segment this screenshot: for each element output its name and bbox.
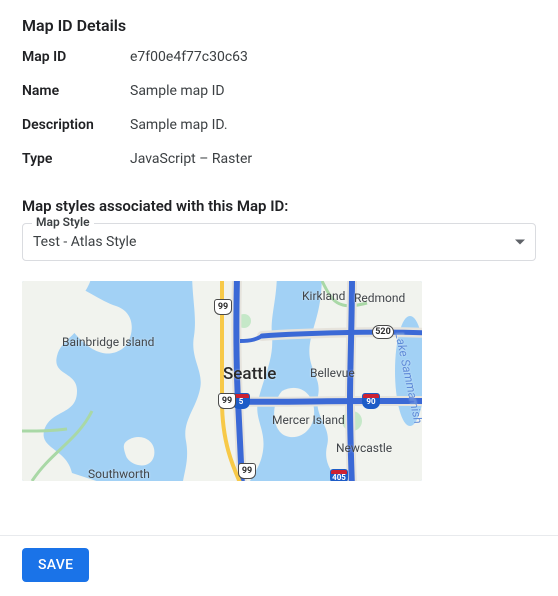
chevron-down-icon [515,240,525,245]
map-style-select[interactable]: Test - Atlas Style [22,223,536,261]
map-label-bellevue: Bellevue [310,366,355,380]
type-value: JavaScript – Raster [130,151,536,167]
shield-us99-bot: 99 [238,463,256,479]
page-title: Map ID Details [22,16,536,35]
shield-sr520: 520 [372,325,394,339]
save-button[interactable]: SAVE [22,548,89,582]
description-label: Description [22,117,126,133]
map-label-bainbridge: Bainbridge Island [62,336,154,349]
map-label-newcastle: Newcastle [336,441,392,455]
shield-i90: 90 [362,393,380,409]
footer-bar: SAVE [0,535,558,596]
map-id-value: e7f00e4f77c30c63 [130,49,536,65]
shield-us99-top: 99 [214,299,232,315]
name-label: Name [22,83,126,99]
map-label-southworth: Southworth [88,467,150,481]
map-style-label: Map Style [32,215,94,229]
name-value: Sample map ID [130,83,536,99]
map-label-seattle: Seattle [223,364,276,384]
type-label: Type [22,151,126,167]
shield-us99-mid: 99 [218,393,236,409]
details-table: Map ID e7f00e4f77c30c63 Name Sample map … [22,49,536,167]
map-label-kirkland: Kirkland [302,289,345,303]
shield-i405: 405 [330,469,348,481]
map-style-field: Map Style Test - Atlas Style [22,223,536,261]
styles-heading: Map styles associated with this Map ID: [22,197,536,215]
map-label-mercer: Mercer Island [272,413,345,427]
description-value: Sample map ID. [130,117,536,133]
map-preview: Seattle Bellevue Kirkland Redmond Bainbr… [22,281,422,481]
map-label-redmond: Redmond [354,291,405,305]
map-id-label: Map ID [22,49,126,65]
map-style-selected-value: Test - Atlas Style [33,234,136,250]
